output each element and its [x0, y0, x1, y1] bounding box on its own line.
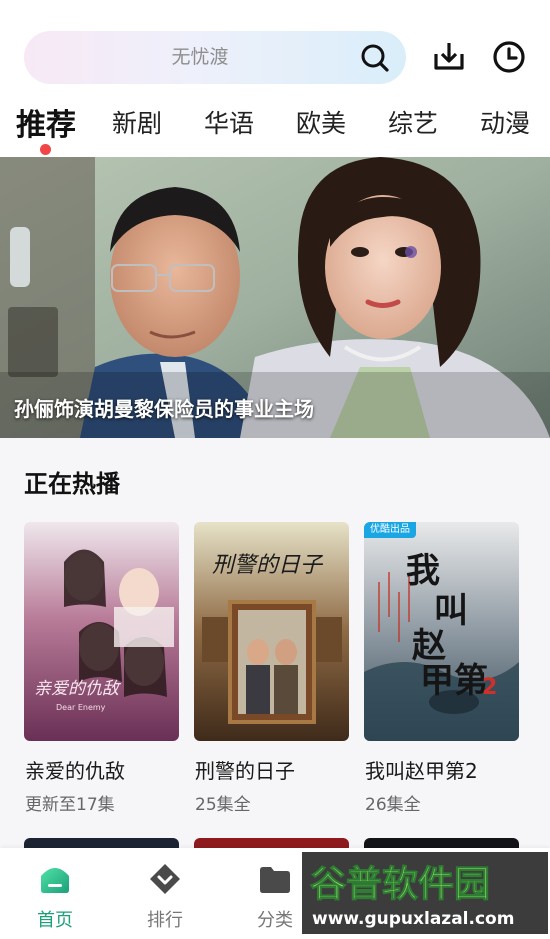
svg-text:甲第: 甲第	[420, 661, 488, 701]
card-title[interactable]: 刑警的日子	[195, 755, 295, 784]
category-tabs: 推荐 新剧 华语 欧美 综艺 动漫	[0, 100, 550, 156]
tab-recommend[interactable]: 推荐	[16, 100, 76, 144]
tab-new-drama[interactable]: 新剧	[112, 104, 162, 140]
nav-label: 首页	[37, 910, 73, 931]
watermark-logo: 谷普软件园 www.gupuxlazal.com	[302, 852, 548, 934]
tab-variety[interactable]: 综艺	[388, 104, 438, 140]
banner-caption: 孙俪饰演胡曼黎保险员的事业主场	[14, 397, 314, 421]
card-title[interactable]: 亲爱的仇敌	[25, 755, 125, 784]
section-title: 正在热播	[24, 470, 120, 498]
tab-anime[interactable]: 动漫	[480, 104, 530, 140]
nav-ranking[interactable]: 排行	[120, 848, 210, 939]
card-title[interactable]: 我叫赵甲第2	[365, 755, 478, 784]
svg-text:www.gupuxlazal.com: www.gupuxlazal.com	[312, 909, 514, 929]
poster-badge: 优酷出品	[364, 522, 416, 538]
poster-image[interactable]: 亲爱的仇敌 Dear Enemy	[24, 522, 179, 741]
ranking-icon	[150, 864, 180, 894]
poster-art: 我 叫 赵 甲第 2	[364, 522, 519, 741]
poster-art: 刑警的日子	[194, 522, 349, 741]
tab-chinese[interactable]: 华语	[204, 104, 254, 140]
card-episode-status: 26集全	[365, 795, 421, 815]
svg-text:我: 我	[406, 551, 440, 591]
home-icon	[41, 868, 69, 893]
active-tab-indicator	[40, 144, 51, 155]
poster-image[interactable]: 我 叫 赵 甲第 2 优酷出品	[364, 522, 519, 741]
download-icon[interactable]	[432, 40, 466, 74]
search-input[interactable]: 无忧渡	[24, 31, 346, 84]
folder-icon	[260, 867, 290, 893]
poster-image[interactable]: 刑警的日子	[194, 522, 349, 741]
tab-western[interactable]: 欧美	[296, 104, 346, 140]
svg-text:赵: 赵	[412, 626, 446, 666]
app-screen: 无忧渡 推荐 新剧 华语 欧美 综艺 动漫 孙俪饰演胡曼黎保险员的事业主场 正在…	[0, 0, 550, 939]
svg-text:Dear Enemy: Dear Enemy	[56, 703, 106, 712]
top-bar: 无忧渡	[0, 0, 550, 100]
search-box[interactable]: 无忧渡	[24, 31, 406, 84]
show-card[interactable]: 我 叫 赵 甲第 2 优酷出品 我叫赵甲第2 26集全	[364, 522, 519, 815]
show-card[interactable]: 刑警的日子 刑警的日子 25集全	[194, 522, 349, 815]
svg-text:叫: 叫	[434, 591, 468, 631]
card-episode-status: 25集全	[195, 795, 251, 815]
svg-text:2: 2	[482, 675, 497, 700]
svg-text:谷普软件园: 谷普软件园	[310, 864, 490, 905]
nav-home[interactable]: 首页	[10, 848, 100, 939]
history-icon[interactable]	[492, 40, 526, 74]
svg-text:亲爱的仇敌: 亲爱的仇敌	[34, 679, 122, 699]
card-episode-status: 更新至17集	[25, 795, 115, 815]
search-icon[interactable]	[360, 43, 390, 73]
show-card[interactable]: 亲爱的仇敌 Dear Enemy 亲爱的仇敌 更新至17集	[24, 522, 179, 815]
svg-text:刑警的日子: 刑警的日子	[212, 553, 324, 578]
now-playing-section: 正在热播 亲爱的仇敌 Dear Enemy 亲爱的仇敌 更新至17集 刑警的日子…	[0, 438, 550, 848]
poster-art: 亲爱的仇敌 Dear Enemy	[24, 522, 179, 741]
nav-label: 排行	[147, 910, 183, 931]
